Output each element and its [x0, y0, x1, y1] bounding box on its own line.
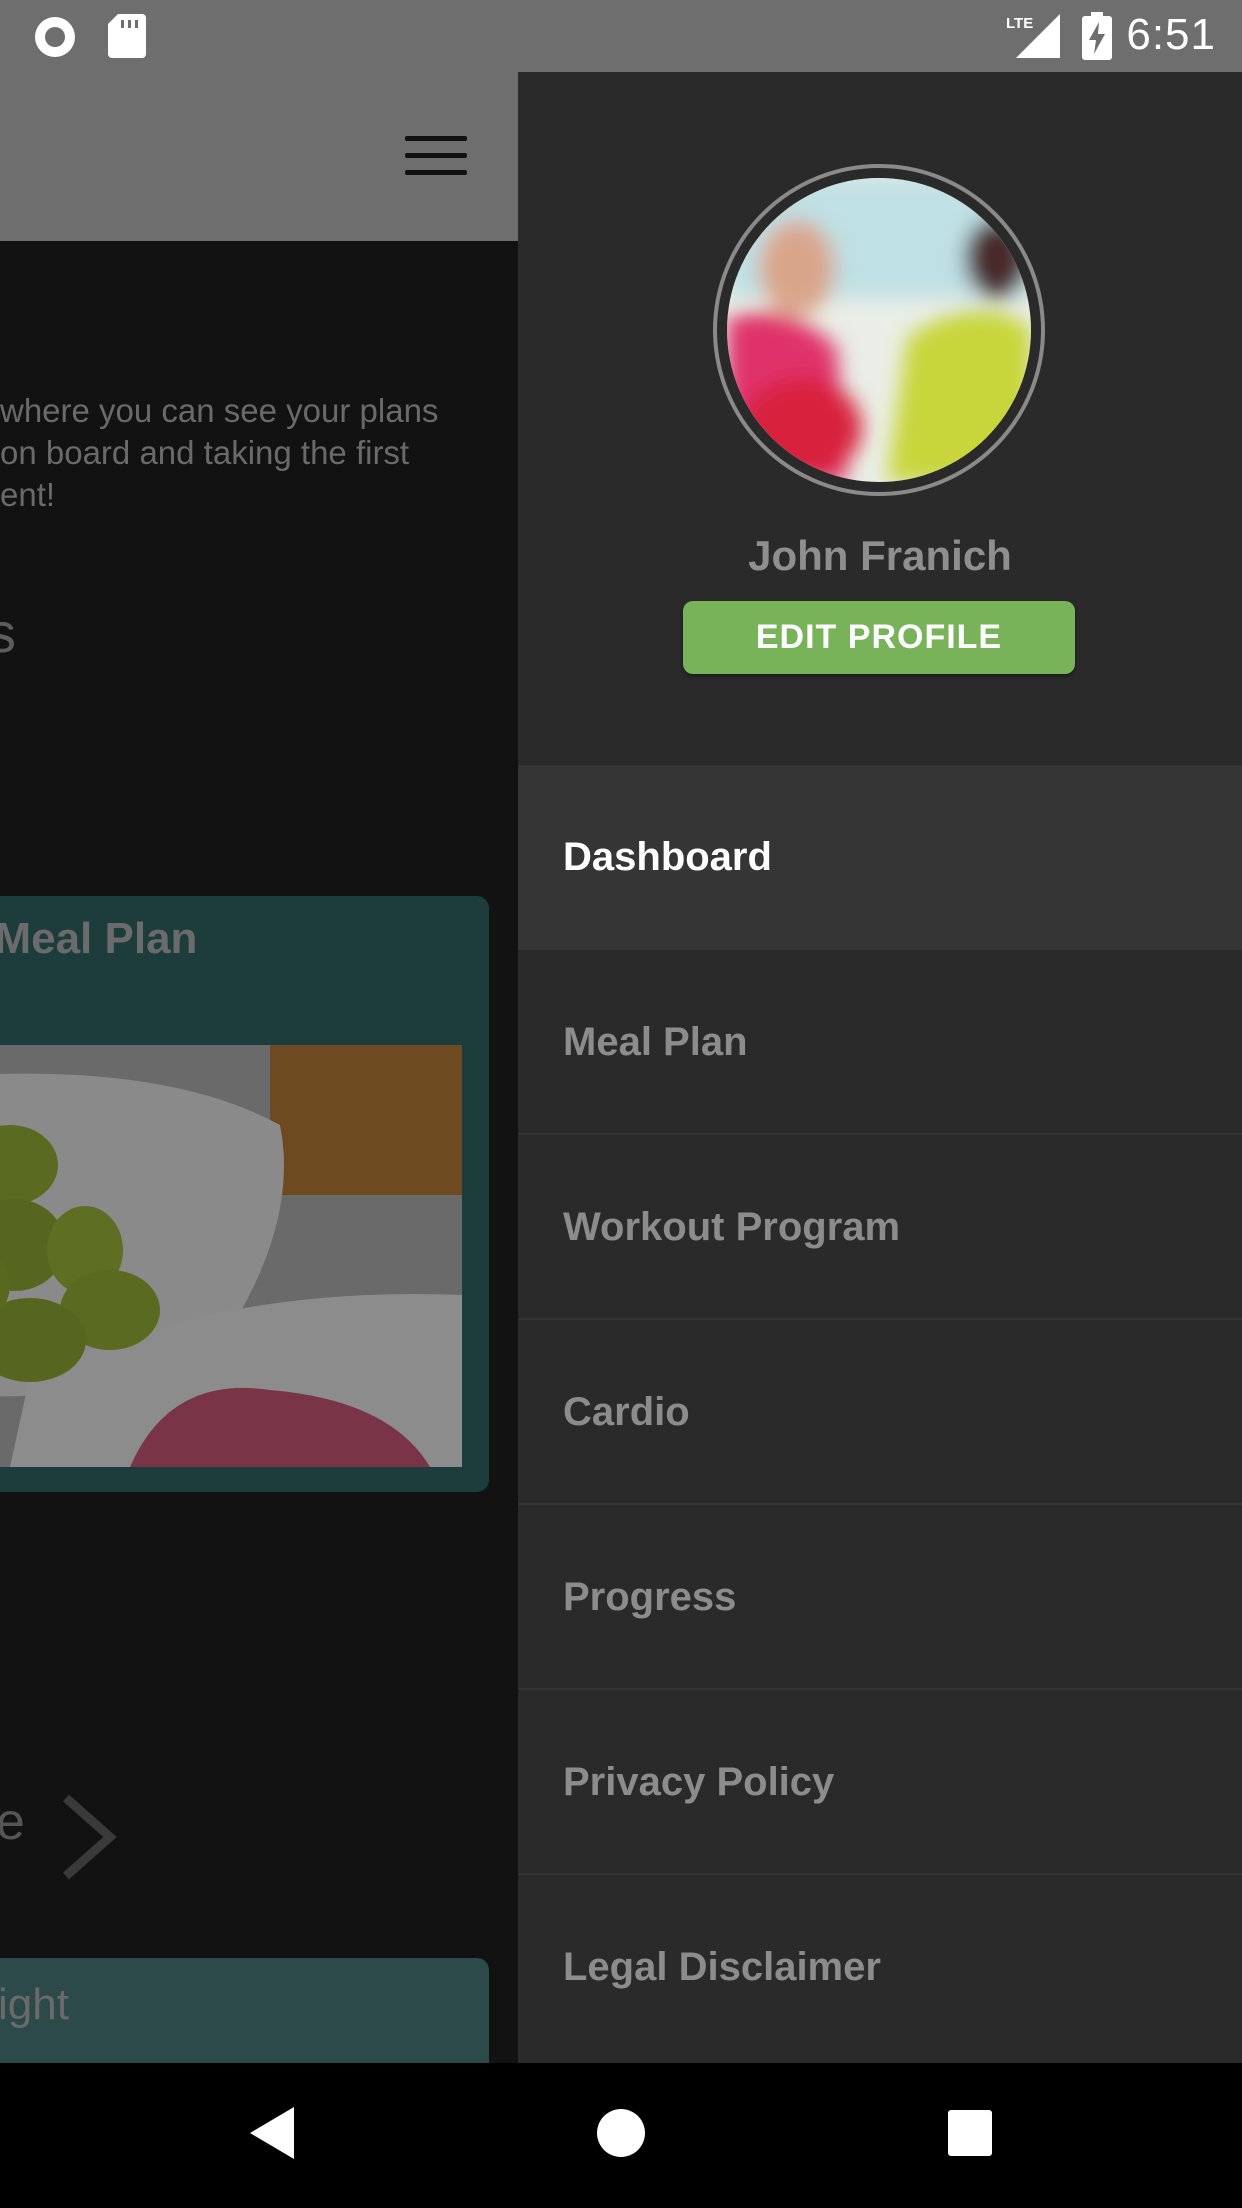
- navigation-drawer: John Franich EDIT PROFILE Dashboard Meal…: [518, 72, 1242, 2063]
- intro-text: where you can see your plans on board an…: [0, 390, 460, 516]
- meal-card-title: l Meal Plan: [0, 914, 198, 963]
- screen: LTE 6:51 where you can see your plans on…: [0, 0, 1242, 2208]
- menu-item-label: Workout Program: [563, 1205, 901, 1249]
- home-icon[interactable]: [596, 2105, 646, 2166]
- network-type-label: LTE: [1006, 15, 1033, 32]
- meal-image: [0, 1045, 462, 1467]
- intro-line: ent!: [0, 476, 56, 513]
- intro-line: on board and taking the first: [0, 434, 410, 471]
- recents-icon[interactable]: [946, 2105, 994, 2166]
- menu-icon[interactable]: [405, 136, 467, 176]
- menu-item-meal-plan[interactable]: Meal Plan: [518, 950, 1242, 1135]
- menu-item-progress[interactable]: Progress: [518, 1505, 1242, 1690]
- menu-item-label: Dashboard: [563, 835, 772, 879]
- menu-item-legal-disclaimer[interactable]: Legal Disclaimer: [518, 1875, 1242, 2060]
- menu-item-label: Progress: [563, 1575, 737, 1619]
- sd-card-icon: [108, 14, 146, 63]
- menu-item-cardio[interactable]: Cardio: [518, 1320, 1242, 1505]
- status-bar: LTE 6:51: [0, 0, 1242, 72]
- menu-item-workout-program[interactable]: Workout Program: [518, 1135, 1242, 1320]
- section-heading-fragment: s: [0, 601, 16, 664]
- avatar-ring: [713, 164, 1045, 496]
- chevron-right-icon[interactable]: [56, 1792, 120, 1887]
- menu-item-label: Meal Plan: [563, 1020, 748, 1064]
- menu-item-dashboard[interactable]: Dashboard: [518, 765, 1242, 950]
- drawer-menu: Dashboard Meal Plan Workout Program Card…: [518, 765, 1242, 2060]
- menu-item-label: Legal Disclaimer: [563, 1945, 881, 1989]
- menu-item-label: Privacy Policy: [563, 1760, 835, 1804]
- weight-card-text: ight: [0, 1980, 69, 2029]
- clock: 6:51: [1126, 10, 1216, 59]
- link-text-fragment: e: [0, 1793, 25, 1851]
- signal-icon: LTE: [1006, 12, 1060, 63]
- edit-profile-button[interactable]: EDIT PROFILE: [683, 601, 1075, 674]
- battery-charging-icon: [1082, 12, 1112, 65]
- user-name: John Franich: [748, 532, 1012, 579]
- avatar[interactable]: [727, 178, 1031, 482]
- intro-line: where you can see your plans: [0, 392, 439, 429]
- menu-item-label: Cardio: [563, 1390, 690, 1434]
- back-icon[interactable]: [248, 2105, 296, 2166]
- system-nav-bar: [0, 2063, 1242, 2208]
- meal-plan-card[interactable]: l Meal Plan: [0, 896, 489, 1492]
- sync-icon: [32, 14, 78, 65]
- menu-item-privacy-policy[interactable]: Privacy Policy: [518, 1690, 1242, 1875]
